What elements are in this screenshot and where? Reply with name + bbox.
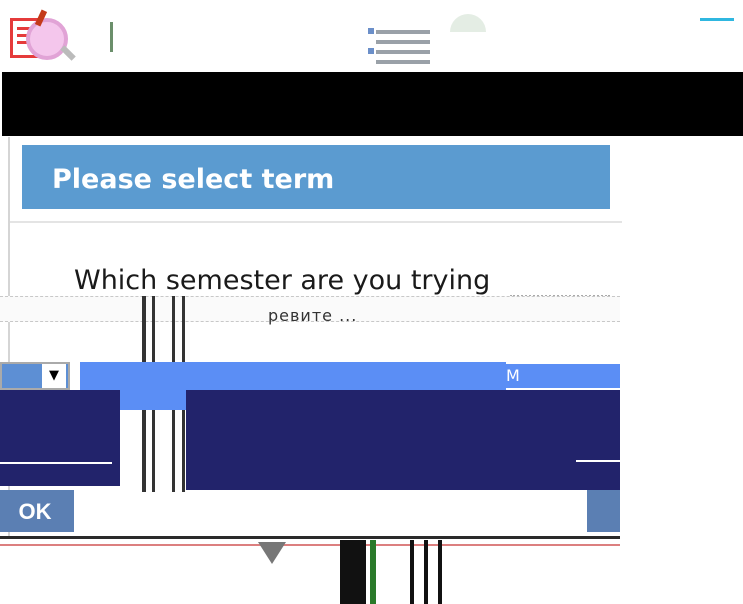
panel-line xyxy=(0,462,112,464)
dialog-header: Please select term xyxy=(22,145,610,209)
glitch-block xyxy=(424,540,428,604)
partial-label: M xyxy=(500,364,620,388)
garbled-text: ревите ... xyxy=(268,306,358,325)
dialog-title: Please select term xyxy=(52,164,335,195)
glitch-line xyxy=(0,536,620,539)
toolbar xyxy=(0,0,743,72)
glitch-block xyxy=(340,540,366,604)
list-bullet xyxy=(368,48,374,54)
redacted-banner xyxy=(2,72,743,136)
magnifier-icon[interactable] xyxy=(26,18,68,60)
ok-button[interactable]: OK xyxy=(0,490,74,532)
list-line xyxy=(376,30,430,34)
cancel-button[interactable] xyxy=(587,490,620,532)
glitch-line xyxy=(0,544,620,546)
panel-line xyxy=(576,460,620,462)
dialog-question: Which semester are you trying xyxy=(74,265,491,296)
separator xyxy=(110,22,113,52)
list-line xyxy=(376,50,430,54)
dropdown-triangle-icon xyxy=(258,542,286,564)
list-bullet xyxy=(368,28,374,34)
divider xyxy=(10,221,622,223)
separator xyxy=(700,18,734,21)
glitch-block xyxy=(410,540,414,604)
chevron-down-icon[interactable]: ▼ xyxy=(42,364,66,388)
globe-icon[interactable] xyxy=(450,14,486,32)
list-icon[interactable] xyxy=(368,26,430,66)
list-line xyxy=(376,40,430,44)
navy-panel-left xyxy=(0,390,120,486)
glitch-block xyxy=(370,540,376,604)
navy-panel-right xyxy=(186,390,620,490)
glitch-block xyxy=(438,540,442,604)
list-line xyxy=(376,60,430,64)
